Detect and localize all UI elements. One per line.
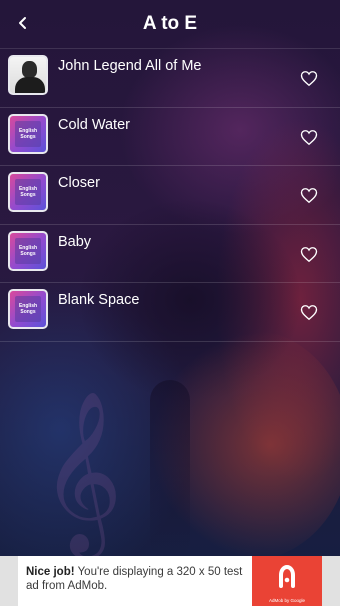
app-screen: A to E John Legend All of Me English Song… xyxy=(0,0,340,606)
admob-icon xyxy=(279,564,295,588)
heart-icon[interactable] xyxy=(300,187,318,204)
song-row[interactable]: English Songs Baby xyxy=(0,225,340,283)
song-row[interactable]: English Songs Blank Space xyxy=(0,283,340,342)
song-list: John Legend All of Me English Songs Cold … xyxy=(0,48,340,342)
song-row[interactable]: John Legend All of Me xyxy=(0,49,340,108)
ad-banner[interactable]: Nice job! You're displaying a 320 x 50 t… xyxy=(0,556,340,606)
song-thumbnail xyxy=(8,55,48,95)
page-title: A to E xyxy=(142,13,198,34)
top-bar: A to E xyxy=(0,0,340,48)
admob-logo: AdMob by Google xyxy=(252,556,322,606)
heart-icon[interactable] xyxy=(300,129,318,146)
song-row[interactable]: English Songs Closer xyxy=(0,166,340,225)
ad-text: Nice job! You're displaying a 320 x 50 t… xyxy=(18,556,252,606)
song-title: Cold Water xyxy=(58,116,130,133)
back-button[interactable] xyxy=(10,10,36,36)
heart-icon[interactable] xyxy=(300,70,318,87)
song-title: Closer xyxy=(58,175,100,191)
song-row[interactable]: English Songs Cold Water xyxy=(0,108,340,166)
song-title: Blank Space xyxy=(58,292,140,308)
song-title: Baby xyxy=(58,233,92,250)
chevron-left-icon xyxy=(19,17,26,29)
song-thumbnail: English Songs xyxy=(8,113,48,154)
ad-brand: AdMob by Google xyxy=(268,598,306,603)
heart-icon[interactable] xyxy=(300,304,318,321)
song-thumbnail: English Songs xyxy=(8,230,48,271)
song-thumbnail: English Songs xyxy=(8,172,48,212)
song-title: John Legend All of Me xyxy=(58,58,202,74)
ad-headline: Nice job! xyxy=(26,566,75,578)
heart-icon[interactable] xyxy=(300,246,318,263)
song-thumbnail: English Songs xyxy=(8,289,48,329)
